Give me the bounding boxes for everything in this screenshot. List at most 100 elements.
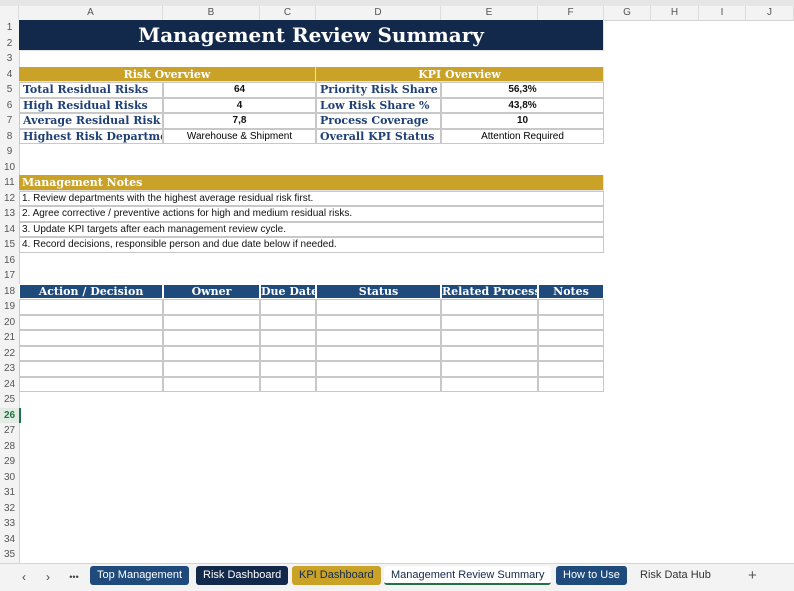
tab-management-review-summary[interactable]: Management Review Summary — [384, 566, 552, 585]
select-all-corner[interactable] — [0, 6, 19, 20]
row-header[interactable]: 20 — [0, 315, 19, 331]
tab-how-to-use[interactable]: How to Use — [556, 566, 627, 585]
tab-scroll-next-icon[interactable]: › — [40, 568, 56, 586]
note-item[interactable]: 1. Review departments with the highest a… — [19, 190, 604, 206]
table-cell[interactable] — [316, 314, 441, 330]
col-header-d[interactable]: D — [316, 6, 441, 20]
note-item[interactable]: 4. Record decisions, responsible person … — [19, 237, 604, 253]
table-cell[interactable] — [19, 361, 163, 377]
kpi-value-low[interactable]: 43,8% — [441, 97, 604, 113]
row-header[interactable]: 32 — [0, 501, 19, 517]
table-cell[interactable] — [260, 361, 316, 377]
row-header[interactable]: 14 — [0, 222, 19, 238]
table-cell[interactable] — [538, 299, 604, 315]
row-header[interactable]: 11 — [0, 175, 19, 191]
risk-label-total[interactable]: Total Residual Risks — [19, 82, 163, 98]
tab-risk-data-hub[interactable]: Risk Data Hub — [633, 566, 718, 585]
row-header[interactable]: 30 — [0, 470, 19, 486]
table-cell[interactable] — [163, 330, 260, 346]
row-header[interactable]: 24 — [0, 377, 19, 393]
kpi-label-priority[interactable]: Priority Risk Share % — [316, 82, 441, 98]
table-cell[interactable] — [441, 299, 538, 315]
kpi-label-coverage[interactable]: Process Coverage — [316, 113, 441, 129]
row-header[interactable]: 10 — [0, 160, 19, 176]
row-header[interactable]: 18 — [0, 284, 19, 300]
table-cell[interactable] — [538, 330, 604, 346]
table-header-action[interactable]: Action / Decision — [19, 283, 163, 299]
table-cell[interactable] — [163, 299, 260, 315]
more-tabs-icon[interactable]: ••• — [64, 568, 84, 586]
table-header-related-process[interactable]: Related Process — [441, 283, 538, 299]
row-header[interactable]: 23 — [0, 361, 19, 377]
tab-risk-dashboard[interactable]: Risk Dashboard — [196, 566, 289, 585]
table-cell[interactable] — [538, 376, 604, 392]
tab-kpi-dashboard[interactable]: KPI Dashboard — [292, 566, 381, 585]
col-header-a[interactable]: A — [19, 6, 163, 20]
table-header-due-date[interactable]: Due Date — [260, 283, 316, 299]
col-header-f[interactable]: F — [538, 6, 604, 20]
col-header-b[interactable]: B — [163, 6, 260, 20]
row-header[interactable]: 7 — [0, 113, 19, 129]
page-title[interactable]: Management Review Summary — [19, 20, 604, 51]
table-cell[interactable] — [19, 345, 163, 361]
col-header-j[interactable]: J — [746, 6, 794, 20]
note-item[interactable]: 3. Update KPI targets after each managem… — [19, 221, 604, 237]
risk-label-department[interactable]: Highest Risk Department — [19, 128, 163, 144]
risk-label-high[interactable]: High Residual Risks — [19, 97, 163, 113]
risk-label-average[interactable]: Average Residual Risk — [19, 113, 163, 129]
table-cell[interactable] — [260, 314, 316, 330]
col-header-g[interactable]: G — [604, 6, 651, 20]
table-cell[interactable] — [316, 361, 441, 377]
row-header[interactable]: 28 — [0, 439, 19, 455]
row-header[interactable]: 15 — [0, 237, 19, 253]
risk-value-department[interactable]: Warehouse & Shipment — [163, 128, 316, 144]
col-header-h[interactable]: H — [651, 6, 699, 20]
table-header-notes[interactable]: Notes — [538, 283, 604, 299]
row-header[interactable]: 35 — [0, 547, 19, 563]
table-cell[interactable] — [538, 361, 604, 377]
risk-overview-header[interactable]: Risk Overview — [19, 67, 316, 82]
table-cell[interactable] — [19, 299, 163, 315]
row-header[interactable]: 33 — [0, 516, 19, 532]
risk-value-high[interactable]: 4 — [163, 97, 316, 113]
table-cell[interactable] — [260, 330, 316, 346]
kpi-label-status[interactable]: Overall KPI Status — [316, 128, 441, 144]
kpi-value-priority[interactable]: 56,3% — [441, 82, 604, 98]
row-header[interactable]: 5 — [0, 82, 19, 98]
table-cell[interactable] — [260, 376, 316, 392]
row-header[interactable]: 12 — [0, 191, 19, 207]
row-header[interactable]: 9 — [0, 144, 19, 160]
row-header[interactable]: 34 — [0, 532, 19, 548]
table-cell[interactable] — [163, 376, 260, 392]
table-cell[interactable] — [441, 345, 538, 361]
table-cell[interactable] — [19, 376, 163, 392]
kpi-label-low[interactable]: Low Risk Share % — [316, 97, 441, 113]
add-sheet-icon[interactable]: + — [748, 566, 757, 585]
row-header[interactable]: 4 — [0, 67, 19, 83]
kpi-overview-header[interactable]: KPI Overview — [316, 67, 604, 82]
table-cell[interactable] — [441, 361, 538, 377]
table-cell[interactable] — [260, 299, 316, 315]
kpi-value-coverage[interactable]: 10 — [441, 113, 604, 129]
table-cell[interactable] — [538, 345, 604, 361]
kpi-value-status[interactable]: Attention Required — [441, 128, 604, 144]
row-header[interactable]: 21 — [0, 330, 19, 346]
col-header-c[interactable]: C — [260, 6, 316, 20]
tab-top-management[interactable]: Top Management — [90, 566, 189, 585]
management-notes-header[interactable]: Management Notes — [19, 175, 604, 191]
table-cell[interactable] — [163, 361, 260, 377]
table-cell[interactable] — [538, 314, 604, 330]
row-header[interactable]: 1 — [0, 20, 19, 36]
row-header[interactable]: 2 — [0, 36, 19, 52]
table-cell[interactable] — [260, 345, 316, 361]
table-cell[interactable] — [441, 376, 538, 392]
worksheet-grid[interactable]: Management Review Summary Risk Overview … — [19, 20, 794, 563]
table-cell[interactable] — [441, 314, 538, 330]
row-header[interactable]: 6 — [0, 98, 19, 114]
row-header[interactable]: 29 — [0, 454, 19, 470]
table-header-status[interactable]: Status — [316, 283, 441, 299]
col-header-e[interactable]: E — [441, 6, 538, 20]
col-header-i[interactable]: I — [699, 6, 746, 20]
note-item[interactable]: 2. Agree corrective / preventive actions… — [19, 206, 604, 222]
row-header[interactable]: 17 — [0, 268, 19, 284]
